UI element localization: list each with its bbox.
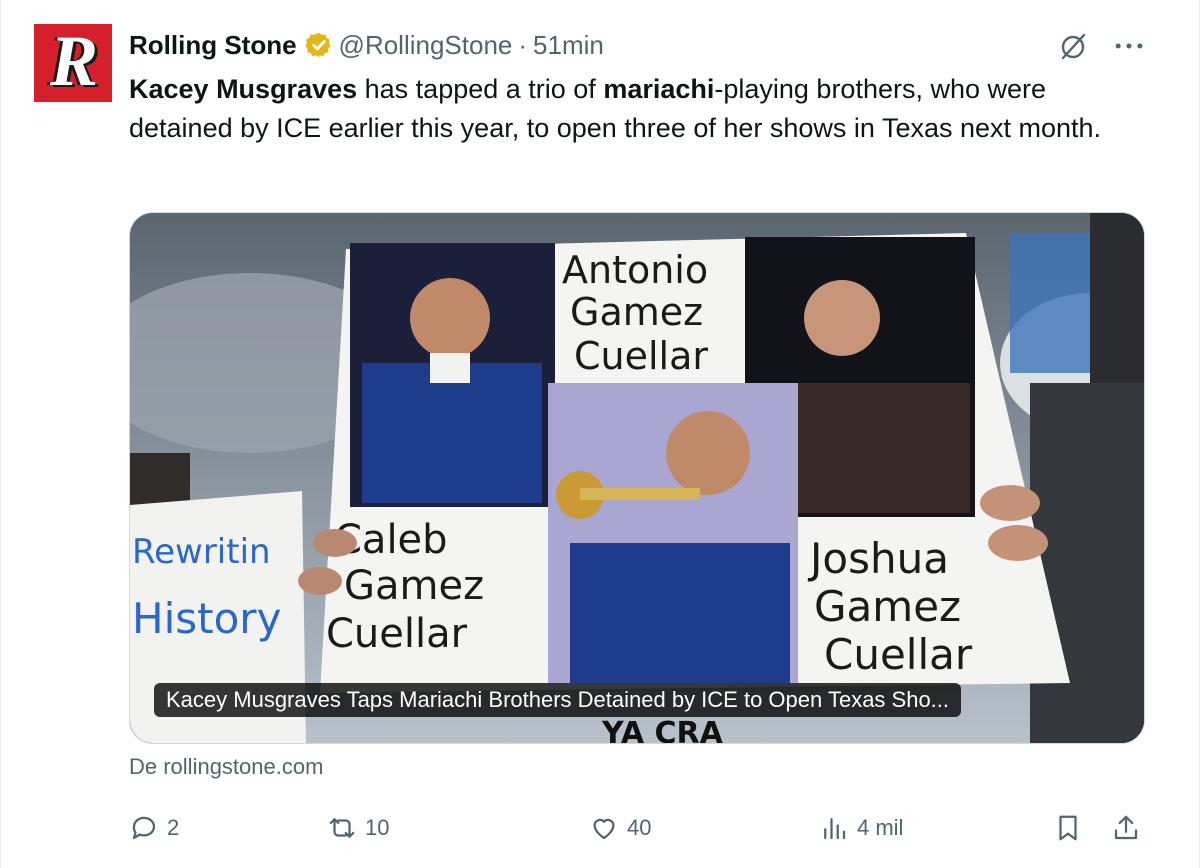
bookmark-icon xyxy=(1059,815,1077,841)
like-button[interactable]: 40 xyxy=(589,808,651,848)
bookmark-button[interactable] xyxy=(1053,808,1083,848)
sign-name-joshua-3: Cuellar xyxy=(824,630,973,679)
tweet-text-bold-keyword: mariachi xyxy=(603,74,715,104)
share-button[interactable] xyxy=(1111,808,1141,848)
tweet-container: R Rolling Stone @RollingStone · 51min Ka… xyxy=(0,0,1200,868)
verified-icon xyxy=(304,31,333,59)
sign-name-antonio-2: Gamez xyxy=(570,290,703,334)
sign-name-caleb-2: Gamez xyxy=(344,563,484,609)
left-sign-line-2: History xyxy=(132,594,281,643)
views-icon xyxy=(824,818,846,840)
link-card-title[interactable]: Kacey Musgraves Taps Mariachi Brothers D… xyxy=(154,683,962,717)
display-name[interactable]: Rolling Stone xyxy=(129,30,297,61)
tweet-text: Kacey Musgraves has tapped a trio of mar… xyxy=(129,70,1139,148)
views-button[interactable]: 4 mil xyxy=(819,808,903,848)
sign-name-joshua-1: Joshua xyxy=(807,534,949,583)
link-source[interactable]: De rollingstone.com xyxy=(129,754,323,780)
handle[interactable]: @RollingStone xyxy=(339,30,513,61)
tweet-header: Rolling Stone @RollingStone · 51min xyxy=(129,28,604,62)
reply-icon xyxy=(132,816,156,840)
reply-button[interactable]: 2 xyxy=(129,808,179,848)
retweet-button[interactable]: 10 xyxy=(327,808,389,848)
sign-name-antonio-1: Antonio xyxy=(562,248,708,292)
retweet-count: 10 xyxy=(365,815,390,840)
sign-name-joshua-2: Gamez xyxy=(814,582,961,631)
tweet-text-part: has tapped a trio of xyxy=(357,74,604,104)
grok-icon[interactable] xyxy=(1057,30,1089,62)
avatar[interactable]: R xyxy=(34,24,112,102)
bottom-sign-text: YA CRA xyxy=(601,716,724,744)
reply-count: 2 xyxy=(167,815,180,840)
retweet-icon xyxy=(329,818,355,838)
protest-photo: Antonio Gamez Cuellar Caleb Gamez Cuella… xyxy=(130,213,1144,744)
link-card-image[interactable]: Antonio Gamez Cuellar Caleb Gamez Cuella… xyxy=(129,212,1145,744)
action-bar: 2 10 40 4 mil xyxy=(129,808,1149,848)
sign-name-caleb-3: Cuellar xyxy=(326,611,468,657)
tweet-text-bold-name: Kacey Musgraves xyxy=(129,74,358,104)
share-icon xyxy=(1114,815,1138,840)
avatar-logo-letter: R xyxy=(49,21,98,101)
left-sign-line-1: Rewritin xyxy=(132,532,271,572)
sign-name-antonio-3: Cuellar xyxy=(574,334,708,378)
separator-dot: · xyxy=(518,29,528,60)
views-count: 4 mil xyxy=(857,815,904,840)
more-icon[interactable] xyxy=(1111,30,1147,62)
timestamp[interactable]: 51min xyxy=(533,30,604,61)
like-icon xyxy=(593,818,615,840)
like-count: 40 xyxy=(627,815,652,840)
